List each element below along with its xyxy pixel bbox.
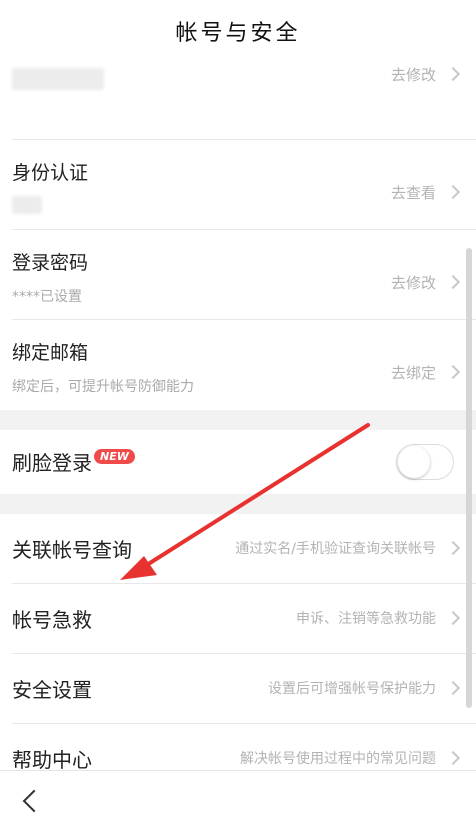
- chevron-right-icon: [445, 610, 461, 626]
- row-subtitle: ****已设置: [12, 289, 82, 305]
- row-title: 帐号急救: [12, 608, 92, 632]
- row-action: 去查看: [390, 184, 436, 202]
- row-action: 去绑定: [390, 364, 436, 382]
- chevron-right-icon: [445, 364, 461, 380]
- row-title: 关联帐号查询: [12, 538, 132, 562]
- top-bar: 帐号与安全: [0, 0, 476, 62]
- list-item-identity[interactable]: 身份认证 去查看: [12, 140, 476, 230]
- new-badge: NEW: [94, 449, 135, 464]
- tools-group: 关联帐号查询 通过实名/手机验证查询关联帐号 帐号急救 申诉、注销等急救功能 安…: [0, 514, 476, 770]
- list-item-face-login[interactable]: 刷脸登录 NEW: [12, 430, 476, 494]
- list-item-help-center[interactable]: 帮助中心 解决帐号使用过程中的常见问题: [12, 724, 476, 770]
- face-login-label: 刷脸登录: [12, 451, 92, 475]
- chevron-right-icon: [445, 750, 461, 766]
- list-item-account-rescue[interactable]: 帐号急救 申诉、注销等急救功能: [12, 584, 476, 654]
- row-title: 身份认证: [12, 162, 89, 184]
- section-divider: [0, 410, 476, 430]
- scrollbar[interactable]: [466, 248, 472, 708]
- list-item-email[interactable]: 绑定邮箱 绑定后，可提升帐号防御能力 去绑定: [12, 320, 476, 410]
- settings-list[interactable]: 去修改 身份认证 去查看 登录密码 ****已设置 去修改 绑定邮箱 绑定后，可…: [0, 62, 476, 770]
- row-title: 帮助中心: [12, 748, 92, 770]
- row-title: 刷脸登录 NEW: [12, 447, 135, 476]
- masked-value: [12, 196, 42, 214]
- row-title: 安全设置: [12, 678, 92, 702]
- toggle-knob: [398, 446, 430, 478]
- bottom-bar: [0, 770, 476, 832]
- row-subtitle: 绑定后，可提升帐号防御能力: [12, 379, 194, 395]
- row-action: 去修改: [390, 66, 436, 84]
- list-item-security-settings[interactable]: 安全设置 设置后可增强帐号保护能力: [12, 654, 476, 724]
- chevron-right-icon: [445, 274, 461, 290]
- account-group: 去修改 身份认证 去查看 登录密码 ****已设置 去修改 绑定邮箱 绑定后，可…: [0, 62, 476, 410]
- face-login-toggle[interactable]: [396, 444, 454, 480]
- list-item-phone[interactable]: 去修改: [12, 62, 476, 140]
- row-action: 设置后可增强帐号保护能力: [268, 681, 436, 697]
- list-item-linked-accounts[interactable]: 关联帐号查询 通过实名/手机验证查询关联帐号: [12, 514, 476, 584]
- row-action: 解决帐号使用过程中的常见问题: [240, 751, 436, 767]
- row-title: 绑定邮箱: [12, 342, 89, 364]
- face-login-group: 刷脸登录 NEW: [0, 430, 476, 494]
- page-title: 帐号与安全: [175, 21, 301, 46]
- row-action: 去修改: [390, 274, 436, 292]
- chevron-right-icon: [445, 540, 461, 556]
- chevron-right-icon: [445, 184, 461, 200]
- back-chevron-icon[interactable]: [22, 789, 46, 813]
- row-action: 申诉、注销等急救功能: [296, 611, 436, 627]
- masked-value: [12, 68, 104, 90]
- row-title: 登录密码: [12, 252, 89, 274]
- row-action: 通过实名/手机验证查询关联帐号: [235, 541, 436, 557]
- chevron-right-icon: [445, 66, 461, 82]
- list-item-password[interactable]: 登录密码 ****已设置 去修改: [12, 230, 476, 320]
- chevron-right-icon: [445, 680, 461, 696]
- section-divider: [0, 494, 476, 514]
